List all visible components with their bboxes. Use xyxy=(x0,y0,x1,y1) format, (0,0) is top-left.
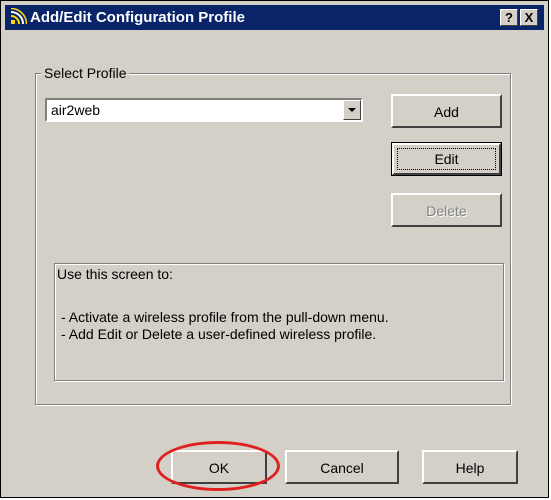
cancel-button[interactable]: Cancel xyxy=(285,450,399,484)
edit-button[interactable]: Edit xyxy=(391,142,502,176)
profile-dropdown[interactable]: air2web xyxy=(45,98,363,122)
edit-button-label: Edit xyxy=(434,151,459,167)
ok-highlight-circle xyxy=(156,441,280,491)
delete-button-label: Delete xyxy=(426,203,467,219)
delete-button[interactable]: Delete xyxy=(391,193,502,227)
chevron-down-icon xyxy=(348,108,356,112)
title-bar[interactable]: Add/Edit Configuration Profile ? X xyxy=(5,5,544,30)
window-title: Add/Edit Configuration Profile xyxy=(30,9,245,26)
help-title-button[interactable]: ? xyxy=(500,9,518,26)
select-profile-legend: Select Profile xyxy=(41,64,130,82)
dropdown-arrow-button[interactable] xyxy=(343,100,361,120)
help-button-label: Help xyxy=(455,460,485,476)
help-button[interactable]: Help xyxy=(422,450,518,484)
add-button-label: Add xyxy=(434,104,459,120)
wireless-signal-icon xyxy=(9,7,28,26)
info-heading: Use this screen to: xyxy=(57,266,173,282)
profile-dropdown-value: air2web xyxy=(51,102,101,118)
add-button[interactable]: Add xyxy=(391,94,502,128)
info-line: - Add Edit or Delete a user-defined wire… xyxy=(61,326,377,342)
cancel-button-label: Cancel xyxy=(320,460,364,476)
dialog-window: Add/Edit Configuration Profile ? X Selec… xyxy=(0,0,549,498)
close-title-button[interactable]: X xyxy=(520,9,538,26)
info-line: - Activate a wireless profile from the p… xyxy=(61,309,389,325)
